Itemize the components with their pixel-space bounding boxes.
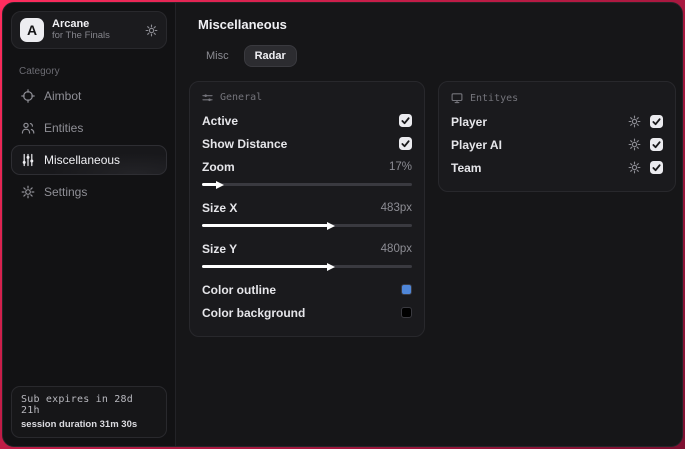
entities-panel-title: Entityes: [470, 92, 519, 104]
app-subtitle: for The Finals: [52, 29, 110, 41]
check-icon: [401, 117, 410, 125]
show-distance-row: Show Distance: [202, 132, 412, 155]
sidebar-nav: Aimbot Entities Miscellaneous Settings: [11, 81, 167, 207]
color-background-label: Color background: [202, 305, 306, 320]
color-background-row: Color background: [202, 301, 412, 324]
app-window: A Arcane for The Finals Category Aimbot …: [2, 2, 683, 447]
zoom-row: Zoom 17%: [202, 155, 412, 178]
profile-gear-icon[interactable]: [145, 24, 158, 37]
crosshair-icon: [21, 89, 35, 103]
zoom-label: Zoom: [202, 159, 235, 174]
entities-panel: Entityes Player Player AI Team: [438, 81, 676, 192]
category-label: Category: [19, 66, 60, 77]
zoom-value: 17%: [388, 160, 412, 173]
general-panel: General Active Show Distance Zoom 17% Si…: [189, 81, 425, 337]
active-label: Active: [202, 113, 239, 128]
player-checkbox[interactable]: [650, 115, 663, 128]
sidebar-item-settings[interactable]: Settings: [11, 177, 167, 207]
general-panel-header: General: [202, 92, 412, 103]
monitor-icon: [451, 93, 463, 104]
team-checkbox[interactable]: [650, 161, 663, 174]
sidebar-item-aimbot[interactable]: Aimbot: [11, 81, 167, 111]
player-ai-row: Player AI: [451, 133, 663, 156]
profile-card[interactable]: A Arcane for The Finals: [11, 11, 167, 49]
color-background-swatch[interactable]: [401, 307, 412, 318]
page-title: Miscellaneous: [198, 17, 287, 32]
size-y-value: 480px: [380, 242, 412, 255]
tab-misc[interactable]: Misc: [195, 45, 240, 67]
size-x-slider-fill: [202, 221, 335, 230]
size-x-row: Size X 483px: [202, 196, 412, 219]
tab-bar: Misc Radar: [195, 45, 676, 67]
check-icon: [652, 164, 661, 172]
panels: General Active Show Distance Zoom 17% Si…: [189, 81, 676, 337]
player-row: Player: [451, 110, 663, 133]
color-outline-swatch[interactable]: [401, 284, 412, 295]
size-y-slider-fill: [202, 262, 335, 271]
zoom-slider-fill: [202, 180, 224, 189]
session-duration-text: session duration 31m 30s: [21, 419, 138, 430]
size-y-label: Size Y: [202, 241, 238, 256]
sidebar-item-label: Entities: [44, 121, 84, 135]
team-gear-icon[interactable]: [628, 161, 641, 174]
player-label: Player: [451, 114, 488, 129]
sidebar-item-miscellaneous[interactable]: Miscellaneous: [11, 145, 167, 175]
subscription-card: Sub expires in 28d 21h session duration …: [11, 386, 167, 438]
general-panel-title: General: [220, 92, 263, 103]
size-x-value: 483px: [380, 201, 412, 214]
size-y-slider-thumb[interactable]: [327, 262, 335, 271]
adjustments-icon: [202, 94, 213, 102]
size-x-slider-thumb[interactable]: [327, 221, 335, 230]
main-content: Miscellaneous Misc Radar General Active: [176, 3, 682, 446]
sidebar-item-label: Settings: [44, 185, 88, 199]
team-label: Team: [451, 160, 482, 175]
sidebar-item-label: Miscellaneous: [44, 153, 121, 167]
size-y-row: Size Y 480px: [202, 237, 412, 260]
sidebar-item-label: Aimbot: [44, 89, 82, 103]
check-icon: [401, 140, 410, 148]
active-checkbox[interactable]: [399, 114, 412, 127]
team-row: Team: [451, 156, 663, 179]
users-icon: [21, 122, 35, 134]
app-logo: A: [20, 18, 44, 42]
tab-radar[interactable]: Radar: [243, 45, 297, 67]
show-distance-checkbox[interactable]: [399, 137, 412, 150]
color-outline-row: Color outline: [202, 278, 412, 301]
player-gear-icon[interactable]: [628, 115, 641, 128]
player-ai-gear-icon[interactable]: [628, 138, 641, 151]
player-ai-checkbox[interactable]: [650, 138, 663, 151]
sidebar: A Arcane for The Finals Category Aimbot …: [3, 3, 176, 446]
profile-text: Arcane for The Finals: [52, 18, 137, 42]
entities-panel-header: Entityes: [451, 92, 663, 104]
active-row: Active: [202, 109, 412, 132]
zoom-slider[interactable]: [202, 180, 412, 189]
sub-expires-text: Sub expires in 28d 21h: [21, 394, 133, 416]
sliders-icon: [22, 153, 34, 167]
color-outline-label: Color outline: [202, 282, 276, 297]
size-x-label: Size X: [202, 200, 238, 215]
size-y-slider[interactable]: [202, 262, 412, 271]
check-icon: [652, 141, 661, 149]
size-x-slider[interactable]: [202, 221, 412, 230]
player-ai-label: Player AI: [451, 137, 502, 152]
app-name: Arcane: [52, 18, 90, 31]
show-distance-label: Show Distance: [202, 136, 288, 151]
gear-icon: [21, 185, 35, 199]
check-icon: [652, 118, 661, 126]
zoom-slider-thumb[interactable]: [215, 180, 224, 189]
sidebar-item-entities[interactable]: Entities: [11, 113, 167, 143]
